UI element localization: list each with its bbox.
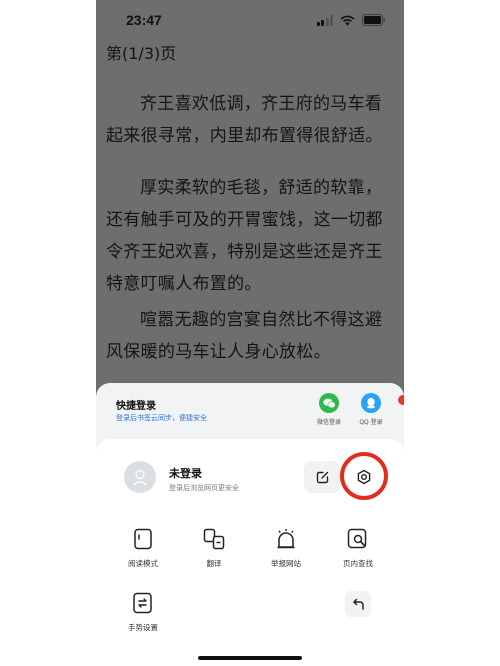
quick-login-title: 快捷登录 bbox=[116, 401, 156, 412]
settings-icon bbox=[357, 469, 371, 485]
wechat-login-button[interactable]: 微信登录 bbox=[312, 393, 346, 426]
translate-icon bbox=[202, 527, 226, 551]
report-site-button[interactable]: 举报网站 bbox=[256, 527, 316, 569]
page-indicator: 第(1/3)页 bbox=[106, 44, 177, 63]
status-bar: 23:47 bbox=[96, 0, 404, 40]
wifi-icon bbox=[340, 15, 355, 26]
qq-login-button[interactable]: QQ 登录 bbox=[354, 393, 388, 426]
wechat-login-label: 微信登录 bbox=[316, 419, 341, 426]
battery-icon bbox=[362, 14, 386, 26]
find-in-page-icon bbox=[346, 527, 370, 551]
settings-button[interactable] bbox=[344, 457, 384, 497]
gesture-icon bbox=[131, 591, 155, 615]
find-in-page-label: 页内查找 bbox=[343, 559, 373, 568]
find-in-page-button[interactable]: 页内查找 bbox=[328, 527, 388, 569]
avatar[interactable] bbox=[124, 461, 156, 493]
signal-icon bbox=[316, 14, 333, 26]
user-name[interactable]: 未登录 bbox=[169, 465, 202, 481]
report-site-label: 举报网站 bbox=[271, 559, 301, 568]
paragraph: 厚实柔软的毛毯，舒适的软靠，还有触手可及的开胃蜜饯，这一切都令齐王妃欢喜，特别是… bbox=[106, 178, 383, 294]
translate-label: 翻译 bbox=[206, 559, 222, 568]
home-indicator[interactable] bbox=[198, 656, 302, 660]
report-icon bbox=[274, 527, 298, 551]
back-button[interactable] bbox=[328, 591, 388, 617]
wechat-icon bbox=[319, 393, 339, 413]
reading-mode-button[interactable]: 阅读模式 bbox=[113, 527, 173, 569]
reading-mode-label: 阅读模式 bbox=[128, 559, 158, 568]
user-subtitle: 登录后浏览网页更安全 bbox=[169, 484, 239, 492]
phone-screen: 23:47 第(1/3)页 齐王喜欢低调，齐王府的马车看起来很寻常，内里却布置得… bbox=[96, 0, 404, 666]
reading-mode-icon bbox=[131, 527, 155, 551]
gesture-settings-button[interactable]: 手势设置 bbox=[113, 591, 173, 633]
qq-icon bbox=[361, 393, 381, 413]
gesture-settings-label: 手势设置 bbox=[128, 623, 158, 632]
back-arrow-icon bbox=[345, 591, 371, 617]
menu-card: 未登录 登录后浏览网页更安全 阅读模式 翻译 举报网站 页内查找 手势设置 bbox=[96, 439, 404, 666]
paragraph: 喧嚣无趣的宫宴自然比不得这避风保暖的马车让人身心放松。 bbox=[106, 310, 383, 362]
edit-button[interactable] bbox=[304, 461, 340, 493]
status-time: 23:47 bbox=[126, 12, 162, 28]
paragraph: 齐王喜欢低调，齐王府的马车看起来很寻常，内里却布置得很舒适。 bbox=[106, 94, 383, 146]
system-icons bbox=[316, 14, 387, 26]
user-icon bbox=[133, 469, 147, 486]
notification-dot bbox=[398, 395, 404, 405]
edit-icon bbox=[316, 471, 328, 483]
translate-button[interactable]: 翻译 bbox=[184, 527, 244, 569]
bottom-menu-sheet: 快捷登录 登录后书签云同步，便捷安全 微信登录 QQ 登录 未登录 登录后浏览网… bbox=[96, 383, 404, 666]
quick-login-bar: 快捷登录 登录后书签云同步，便捷安全 微信登录 QQ 登录 bbox=[96, 383, 404, 437]
user-row[interactable]: 未登录 登录后浏览网页更安全 bbox=[96, 452, 404, 503]
quick-login-subtitle: 登录后书签云同步，便捷安全 bbox=[116, 414, 207, 422]
qq-login-label: QQ 登录 bbox=[359, 419, 383, 426]
